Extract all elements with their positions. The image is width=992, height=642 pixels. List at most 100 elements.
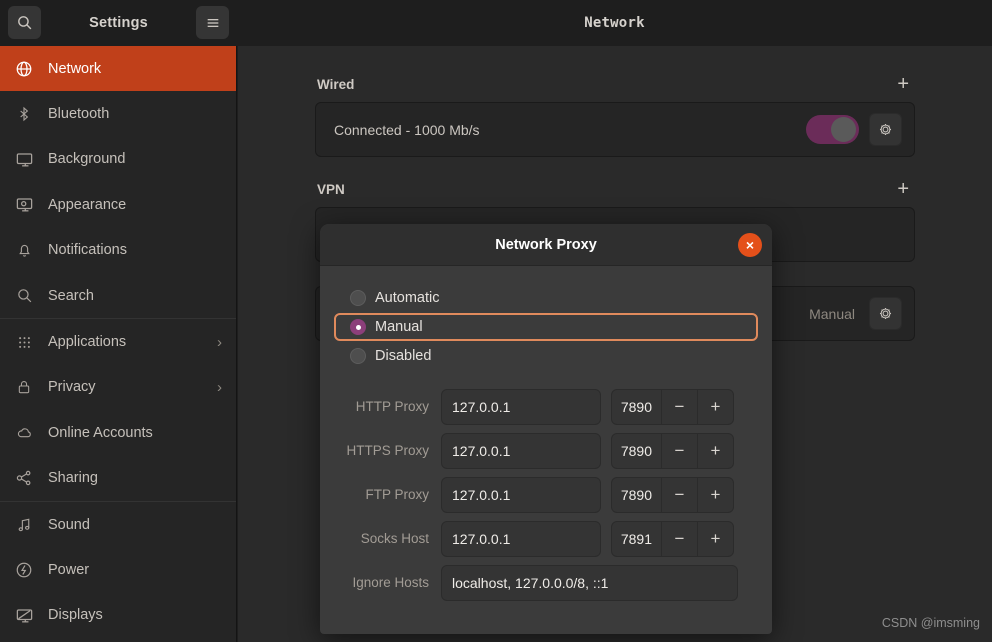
network-proxy-dialog: Network Proxy × Automatic Manual Disable… [320,224,772,634]
sidebar-item-label: Displays [48,607,103,624]
close-icon[interactable]: × [738,233,762,257]
wired-title: Wired [317,76,355,92]
radio-label: Automatic [375,290,440,306]
ftp-proxy-label: FTP Proxy [365,487,429,502]
http-port-decrement-button[interactable]: − [661,389,697,424]
sidebar-item-label: Notifications [48,242,127,259]
wired-connection-row[interactable]: Connected - 1000 Mb/s [316,103,914,156]
sidebar-item-appearance[interactable]: Appearance [0,182,236,227]
https-proxy-label: HTTPS Proxy [346,443,429,458]
sidebar-item-online-accounts[interactable]: Online Accounts [0,410,236,455]
ftp-proxy-row: FTP Proxy 127.0.0.1 7890 − + [346,476,746,513]
ftp-proxy-host-input[interactable]: 127.0.0.1 [441,476,601,513]
ftp-port-increment-button[interactable]: + [697,477,733,512]
add-vpn-button[interactable]: + [893,179,913,199]
sidebar: Network Bluetooth Background Appearance … [0,46,237,642]
http-proxy-row: HTTP Proxy 127.0.0.1 7890 − + [346,388,746,425]
ignore-hosts-input[interactable]: localhost, 127.0.0.0/8, ::1 [441,564,738,601]
header-right-pane: Network [237,0,992,46]
sidebar-item-label: Background [48,151,126,168]
appearance-icon [12,194,36,216]
sidebar-item-privacy[interactable]: Privacy › [0,365,236,410]
http-proxy-port-stepper[interactable]: 7890 − + [611,388,734,425]
radio-indicator [350,319,366,335]
socks-host-input[interactable]: 127.0.0.1 [441,520,601,557]
watermark: CSDN @imsming [881,616,980,630]
wired-status-label: Connected - 1000 Mb/s [334,121,480,138]
sidebar-item-background[interactable]: Background [0,137,236,182]
header-bar: Settings Network [0,0,992,46]
chevron-right-icon: › [217,378,222,396]
wired-section-header: Wired + [315,66,915,102]
https-port-increment-button[interactable]: + [697,433,733,468]
menu-button[interactable] [196,6,229,39]
radio-indicator [350,348,366,364]
page-title: Network [584,14,645,31]
radio-option-manual[interactable]: Manual [334,313,758,341]
sidebar-item-applications[interactable]: Applications › [0,319,236,364]
sidebar-item-label: Sharing [48,470,98,487]
dialog-body: Automatic Manual Disabled HTTP Proxy 127… [320,266,772,601]
sidebar-item-notifications[interactable]: Notifications [0,228,236,273]
ignore-hosts-row: Ignore Hosts localhost, 127.0.0.0/8, ::1 [346,564,746,601]
radio-label: Manual [375,319,423,335]
add-wired-button[interactable]: + [893,74,913,94]
search-button[interactable] [8,6,41,39]
chevron-right-icon: › [217,333,222,351]
ftp-proxy-port-value[interactable]: 7890 [612,478,661,512]
http-proxy-host-input[interactable]: 127.0.0.1 [441,388,601,425]
socks-port-decrement-button[interactable]: − [661,521,697,556]
socks-port-stepper[interactable]: 7891 − + [611,520,734,557]
sidebar-item-label: Sound [48,516,90,533]
sidebar-item-network[interactable]: Network [0,46,236,92]
http-proxy-label: HTTP Proxy [355,399,429,414]
sidebar-item-search[interactable]: Search [0,273,236,318]
sidebar-item-sharing[interactable]: Sharing [0,456,236,501]
search-icon [12,285,36,307]
wired-card: Connected - 1000 Mb/s [315,102,915,157]
ftp-proxy-port-stepper[interactable]: 7890 − + [611,476,734,513]
dialog-title: Network Proxy [495,236,597,253]
ignore-hosts-label: Ignore Hosts [352,575,429,590]
monitor-icon [12,148,36,170]
sidebar-item-power[interactable]: Power [0,547,236,592]
socks-host-row: Socks Host 127.0.0.1 7891 − + [346,520,746,557]
sidebar-item-bluetooth[interactable]: Bluetooth [0,91,236,136]
radio-option-disabled[interactable]: Disabled [334,342,758,370]
displays-icon [12,604,36,626]
sidebar-item-label: Online Accounts [48,424,153,441]
https-proxy-row: HTTPS Proxy 127.0.0.1 7890 − + [346,432,746,469]
socks-port-increment-button[interactable]: + [697,521,733,556]
share-nodes-icon [12,467,36,489]
app-title: Settings [89,14,148,31]
vpn-section-header: VPN + [315,171,915,207]
sidebar-item-sound[interactable]: Sound [0,502,236,547]
wired-toggle[interactable] [806,115,859,144]
gear-icon [877,121,894,138]
toggle-knob [831,117,856,142]
socks-port-value[interactable]: 7891 [612,522,661,556]
sidebar-item-displays[interactable]: Displays [0,593,236,638]
https-proxy-port-stepper[interactable]: 7890 − + [611,432,734,469]
wired-settings-button[interactable] [869,113,902,146]
header-left-pane: Settings [0,0,237,46]
cloud-icon [12,422,36,444]
socks-host-label: Socks Host [360,531,429,546]
radio-option-automatic[interactable]: Automatic [334,284,758,312]
proxy-settings-button[interactable] [869,297,902,330]
hamburger-menu-icon [205,15,221,31]
dialog-header: Network Proxy × [320,224,772,266]
https-proxy-port-value[interactable]: 7890 [612,434,661,468]
sidebar-item-label: Network [48,60,102,77]
https-port-decrement-button[interactable]: − [661,433,697,468]
proxy-mode-value: Manual [809,305,855,322]
sidebar-item-label: Privacy [48,379,96,396]
http-port-increment-button[interactable]: + [697,389,733,424]
ftp-port-decrement-button[interactable]: − [661,477,697,512]
http-proxy-port-value[interactable]: 7890 [612,390,661,424]
https-proxy-host-input[interactable]: 127.0.0.1 [441,432,601,469]
settings-window: Settings Network Network Bluetooth Backg… [0,0,992,642]
sidebar-item-label: Power [48,561,90,578]
gear-icon [877,305,894,322]
radio-label: Disabled [375,348,432,364]
